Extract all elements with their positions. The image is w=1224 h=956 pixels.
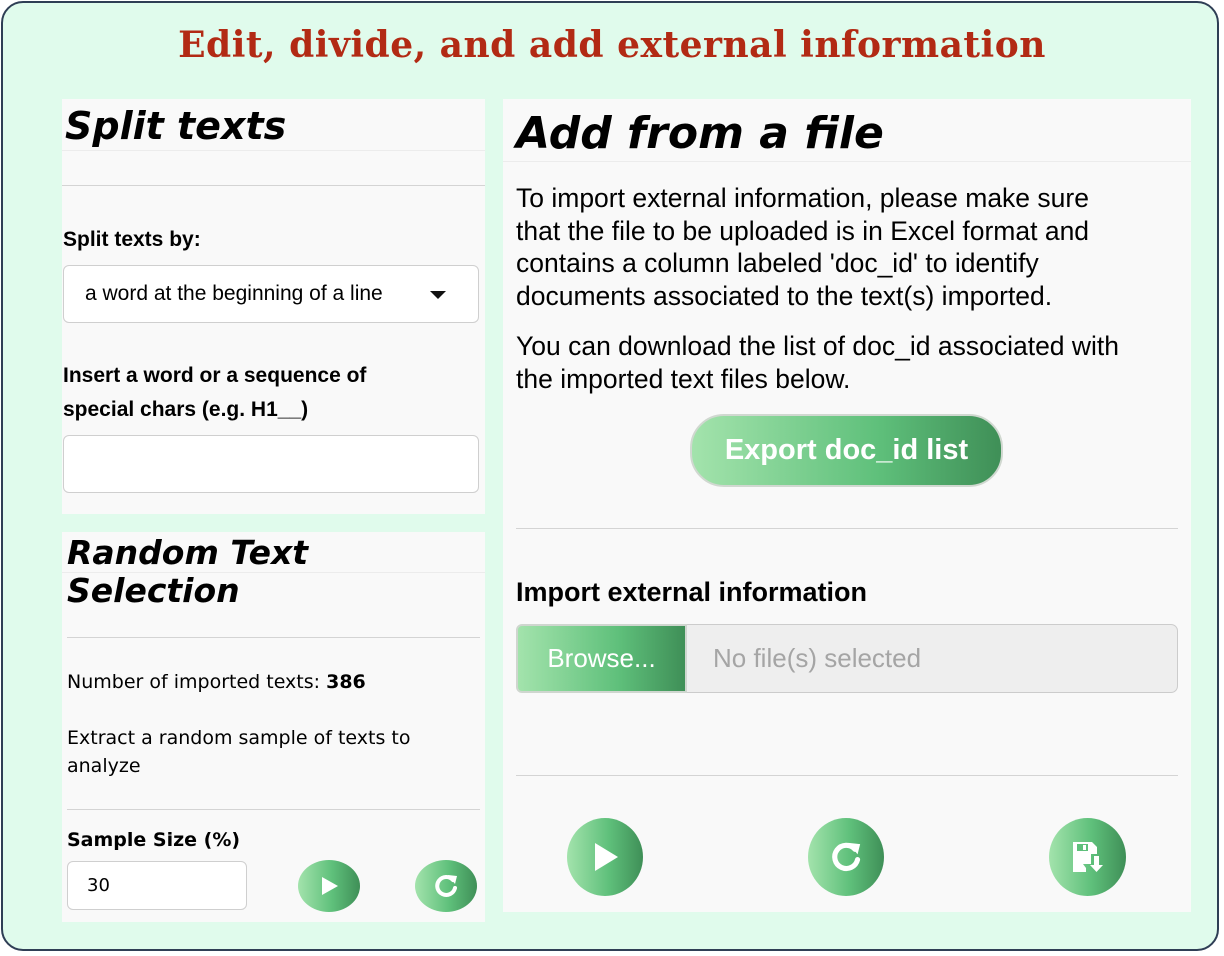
play-icon [322,877,338,895]
play-icon [595,843,618,871]
extract-info-line2: analyze [67,755,141,777]
reset-import-button[interactable] [808,818,884,896]
insert-word-label-line2: special chars (e.g. H1__) [63,398,309,421]
refresh-icon [832,842,861,871]
instructions-line: You can download the list of doc_id asso… [516,331,1120,361]
random-selection-panel: Random Text Selection Number of imported… [62,532,485,922]
imported-texts-info: Number of imported texts: 386 [67,668,366,696]
instructions-line: that the file to be uploaded is in Excel… [516,215,1090,246]
import-instructions: To import external information, please m… [516,182,1089,312]
export-doc-id-button[interactable]: Export doc_id list [690,414,1003,487]
split-by-select[interactable]: a word at the beginning of a line [63,265,479,323]
split-texts-heading: Split texts [65,104,287,148]
page-title: Edit, divide, and add external informati… [178,24,1046,66]
random-selection-heading-line2: Selection [67,571,240,610]
sample-size-input[interactable]: 30 [67,861,247,910]
add-from-file-heading: Add from a file [516,108,884,159]
imported-texts-count: 386 [326,671,366,693]
sample-size-label: Sample Size (%) [67,829,241,851]
file-name-field[interactable]: No file(s) selected [687,624,1178,693]
instructions-line: contains a column labeled 'doc_id' to id… [516,248,1039,278]
imported-texts-label: Number of imported texts: [67,671,327,693]
instructions-line: documents associated to the text(s) impo… [516,280,1053,311]
browse-button[interactable]: Browse... [516,624,687,693]
sample-size-value: 30 [87,875,110,896]
chevron-down-icon [430,291,446,299]
extract-info-line1: Extract a random sample of texts to [67,727,411,749]
split-by-label: Split texts by: [63,228,201,251]
random-selection-heading-line1: Random Text [67,533,309,572]
add-from-file-panel: Add from a file To import external infor… [503,99,1191,912]
run-sample-button[interactable] [298,860,360,912]
save-download-icon [1072,842,1103,872]
split-by-selected-value: a word at the beginning of a line [85,282,383,305]
insert-word-label-line1: Insert a word or a sequence of [63,364,367,387]
import-external-label: Import external information [516,577,868,607]
save-import-button[interactable] [1049,818,1126,896]
reset-sample-button[interactable] [415,860,477,912]
run-import-button[interactable] [567,818,643,896]
split-texts-panel: Split texts Split texts by: a word at th… [62,99,485,514]
insert-word-input[interactable] [63,435,479,493]
instructions-line: To import external information, please m… [516,183,1089,213]
file-name-placeholder: No file(s) selected [713,643,922,673]
instructions-line: the imported text files below. [516,363,851,394]
refresh-icon [435,874,457,897]
download-instructions: You can download the list of doc_id asso… [516,330,1119,395]
